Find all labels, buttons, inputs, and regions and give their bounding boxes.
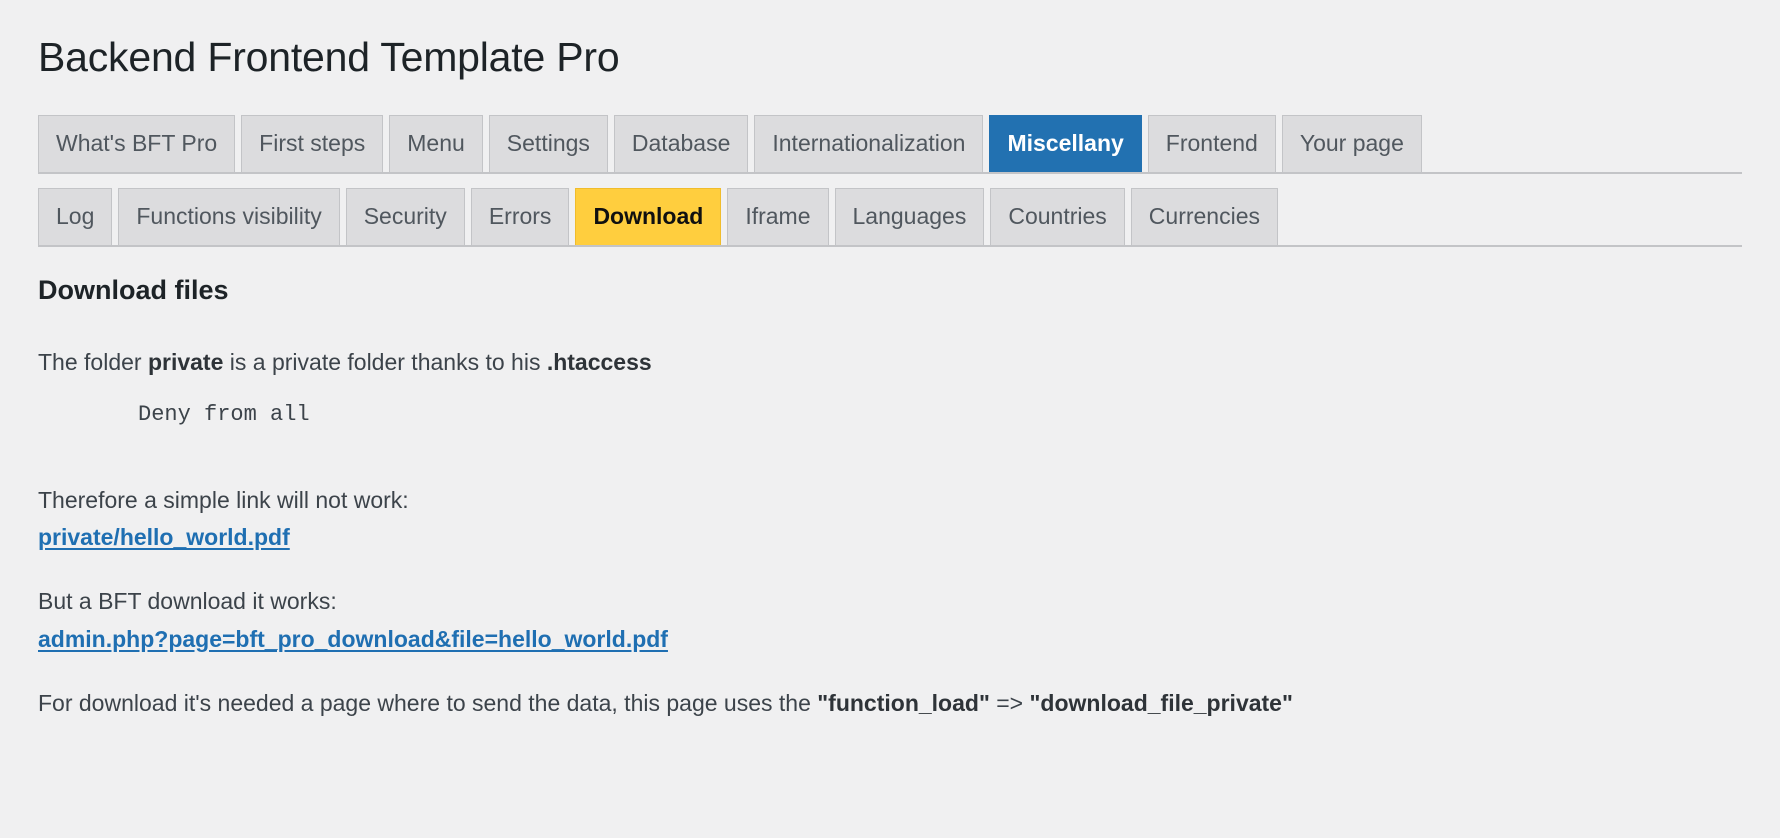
tab-frontend[interactable]: Frontend	[1147, 115, 1276, 173]
subtab-errors[interactable]: Errors	[470, 188, 570, 246]
simple-link-lead-text: Therefore a simple link will not work:	[38, 487, 409, 514]
tab-label: First steps	[259, 130, 366, 157]
bft-link-lead-text: But a BFT download it works:	[38, 588, 337, 615]
page-title: Backend Frontend Template Pro	[38, 34, 620, 80]
htaccess-name: .htaccess	[546, 349, 652, 376]
subtab-label: Log	[56, 203, 95, 230]
bft-download-link[interactable]: admin.php?page=bft_pro_download&file=hel…	[38, 626, 668, 653]
subtab-label: Countries	[1008, 203, 1107, 230]
subtab-label: Security	[363, 203, 447, 230]
subtab-languages[interactable]: Languages	[834, 188, 985, 246]
text-fragment: The folder	[38, 349, 148, 376]
subtab-security[interactable]: Security	[345, 188, 465, 246]
subtab-functions-visibility[interactable]: Functions visibility	[118, 188, 340, 246]
subtab-download[interactable]: Download	[575, 188, 722, 246]
tab-first-steps[interactable]: First steps	[241, 115, 384, 173]
text-fragment: =>	[989, 689, 1030, 716]
folder-name: private	[147, 349, 224, 376]
subtab-currencies[interactable]: Currencies	[1130, 188, 1279, 246]
tab-settings[interactable]: Settings	[488, 115, 608, 173]
subtab-countries[interactable]: Countries	[990, 188, 1125, 246]
download-file-private-value: "download_file_private"	[1029, 689, 1293, 716]
subtab-label: Iframe	[745, 203, 811, 230]
tab-label: Menu	[407, 130, 465, 157]
function-load-key: "function_load"	[817, 689, 990, 716]
tab-label: Settings	[506, 130, 590, 157]
text-fragment: is a private folder thanks to his	[223, 349, 547, 376]
admin-page: Backend Frontend Template Pro What's BFT…	[0, 0, 1780, 838]
subtab-iframe[interactable]: Iframe	[727, 188, 829, 246]
tab-label: What's BFT Pro	[56, 130, 218, 157]
tab-label: Your page	[1299, 130, 1404, 157]
section-title: Download files	[38, 275, 229, 306]
text-fragment: For download it's needed a page where to…	[38, 689, 818, 716]
tab-database[interactable]: Database	[613, 115, 749, 173]
tab-miscellany[interactable]: Miscellany	[989, 115, 1142, 173]
tab-label: Internationalization	[772, 130, 966, 157]
subtab-label: Functions visibility	[136, 203, 322, 230]
subtab-label: Download	[593, 203, 704, 230]
tab-internationalization[interactable]: Internationalization	[754, 115, 984, 173]
tab-label: Frontend	[1165, 130, 1258, 157]
private-folder-description: The folder private is a private folder t…	[38, 346, 1742, 378]
tab-menu[interactable]: Menu	[389, 115, 483, 173]
subtab-label: Currencies	[1148, 203, 1261, 230]
subtab-log[interactable]: Log	[38, 188, 113, 246]
primary-tab-bar: What's BFT Pro First steps Menu Settings…	[38, 115, 1742, 175]
htaccess-code-snippet: Deny from all	[138, 401, 310, 427]
tab-your-page[interactable]: Your page	[1281, 115, 1422, 173]
private-pdf-link[interactable]: private/hello_world.pdf	[38, 524, 290, 551]
tab-label: Miscellany	[1007, 130, 1124, 157]
main-content: Download files The folder private is a p…	[38, 273, 1742, 718]
tab-whats-bft-pro[interactable]: What's BFT Pro	[38, 115, 236, 173]
tab-label: Database	[631, 130, 731, 157]
secondary-tab-bar: Log Functions visibility Security Errors…	[38, 188, 1742, 248]
subtab-label: Errors	[488, 203, 552, 230]
function-load-note: For download it's needed a page where to…	[38, 687, 1742, 719]
subtab-label: Languages	[852, 203, 967, 230]
